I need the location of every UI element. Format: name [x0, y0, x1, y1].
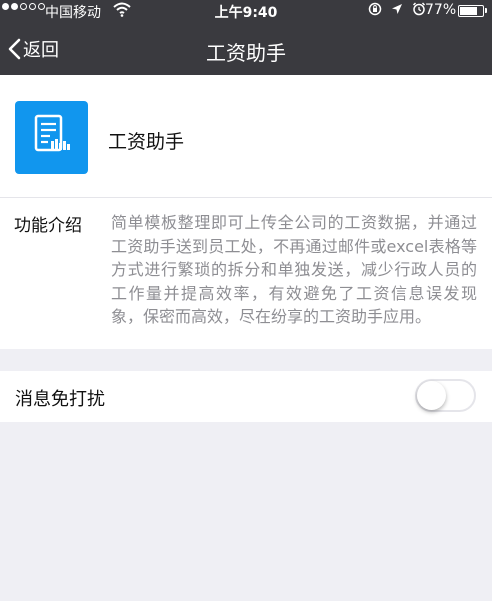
do-not-disturb-row: 消息免打扰 — [0, 371, 492, 422]
do-not-disturb-label: 消息免打扰 — [15, 389, 105, 410]
battery-percent: 77% — [425, 2, 457, 18]
feature-intro-text: 简单模板整理即可上传全公司的工资数据，并通过工资助手送到员工处，不再通过邮件或e… — [111, 213, 477, 326]
status-bar: 中国移动 上午9:40 77% — [0, 0, 492, 22]
payroll-document-icon — [15, 101, 88, 174]
feature-intro-section: 功能介绍 简单模板整理即可上传全公司的工资数据，并通过工资助手送到员工处，不再通… — [0, 197, 492, 349]
app-name: 工资助手 — [108, 131, 185, 153]
feature-intro-label: 功能介绍 — [14, 216, 82, 236]
top-bar: 中国移动 上午9:40 77% 返回 工资助手 — [0, 0, 492, 75]
orientation-lock-icon — [368, 2, 382, 16]
location-icon — [392, 4, 402, 14]
toggle-knob — [417, 381, 446, 410]
app-info-card: 工资助手 — [0, 75, 492, 197]
page-title: 工资助手 — [206, 41, 286, 65]
battery-tip — [485, 8, 487, 13]
battery-icon — [458, 5, 484, 17]
alarm-icon — [412, 2, 426, 16]
do-not-disturb-toggle[interactable] — [415, 379, 476, 412]
battery-level-fill — [460, 7, 477, 15]
